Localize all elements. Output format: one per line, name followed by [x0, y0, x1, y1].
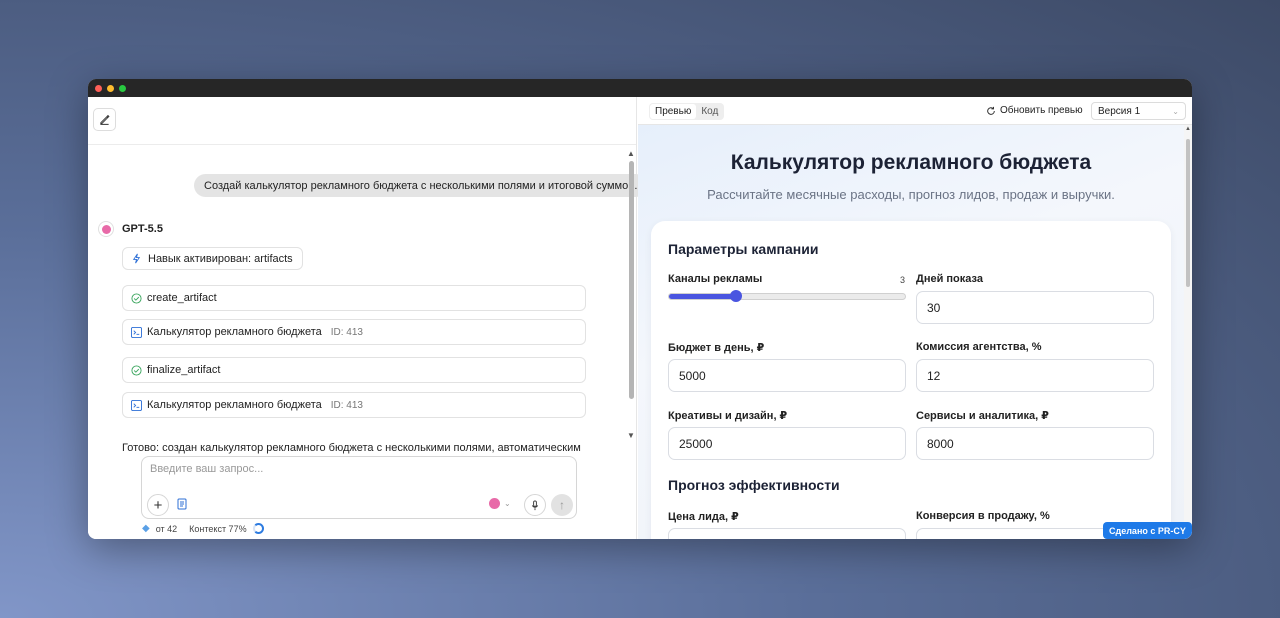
tool-call-create-artifact[interactable]: create_artifact — [122, 285, 586, 311]
artifact-id: ID: 413 — [330, 326, 363, 338]
version-label: Версия 1 — [1098, 105, 1141, 117]
credits-text: от 42 — [155, 523, 178, 534]
channels-count: 3 — [900, 275, 906, 285]
creatives-label: Креативы и дизайн, ₽ — [668, 410, 788, 422]
context-progress-ring — [252, 523, 264, 534]
model-dot-icon — [489, 498, 500, 509]
commission-label: Комиссия агентства, % — [916, 341, 1042, 353]
refresh-icon — [987, 106, 995, 115]
creatives-input[interactable]: 25000 — [668, 427, 906, 460]
skill-activated-chip[interactable]: Навык активирован: artifacts — [122, 247, 303, 270]
scroll-up-icon[interactable]: ▲ — [1185, 126, 1191, 132]
assistant-response-text: Готово: создан калькулятор рекламного бю… — [122, 442, 581, 454]
maximize-window-button[interactable] — [119, 85, 126, 92]
plus-icon: + — [153, 496, 163, 514]
terminal-icon — [131, 326, 142, 338]
model-name: GPT-5.5 — [122, 223, 163, 235]
preview-scrollbar[interactable]: ▲ — [1184, 125, 1192, 539]
page-subtitle: Рассчитайте месячные расходы, прогноз ли… — [707, 187, 1115, 202]
document-button[interactable] — [176, 497, 190, 511]
version-select[interactable]: Версия 1 ⌄ — [1091, 102, 1186, 120]
tab-code[interactable]: Код — [696, 104, 723, 119]
check-circle-icon — [131, 364, 142, 376]
lead-price-label: Цена лида, ₽ — [668, 511, 739, 523]
minimize-window-button[interactable] — [107, 85, 114, 92]
lead-price-input[interactable] — [668, 528, 906, 539]
refresh-label: Обновить превью — [1000, 105, 1083, 116]
view-toggle: Превью Код — [649, 103, 725, 120]
tab-preview[interactable]: Превью — [650, 104, 697, 119]
chat-scrollbar[interactable]: ▲ ▼ — [627, 149, 635, 440]
slider-fill — [669, 294, 736, 299]
conversion-label: Конверсия в продажу, % — [916, 510, 1050, 522]
usage-stats: ◆ от 42 Контекст 77% — [142, 523, 264, 534]
days-input[interactable]: 30 — [916, 291, 1154, 324]
artifact-title: Калькулятор рекламного бюджета — [147, 326, 322, 338]
add-attachment-button[interactable]: + — [147, 494, 169, 516]
artifact-card[interactable]: Калькулятор рекламного бюджета ID: 413 — [122, 392, 586, 418]
skill-chip-label: Навык активирован: artifacts — [148, 252, 293, 265]
services-input[interactable]: 8000 — [916, 427, 1154, 460]
preview-scroll-thumb[interactable] — [1186, 139, 1190, 287]
prompt-input[interactable]: Введите ваш запрос... — [150, 463, 263, 475]
scroll-up-icon[interactable]: ▲ — [627, 149, 635, 158]
artifact-title: Калькулятор рекламного бюджета — [147, 399, 322, 411]
lightning-icon — [132, 253, 141, 264]
chat-header — [88, 97, 636, 145]
chat-scroll-thumb[interactable] — [629, 161, 634, 399]
prompt-composer[interactable]: Введите ваш запрос... + ⌄ ↑ — [141, 456, 577, 519]
document-icon — [177, 498, 187, 510]
app-window: Создай калькулятор рекламного бюджета с … — [88, 79, 1192, 539]
chevron-down-icon: ⌄ — [1172, 106, 1179, 116]
scroll-down-icon[interactable]: ▼ — [627, 431, 635, 440]
terminal-icon — [131, 399, 142, 411]
chevron-down-icon: ⌄ — [504, 499, 511, 508]
tool-name: create_artifact — [147, 292, 217, 304]
new-chat-button[interactable] — [93, 108, 116, 131]
artifact-preview: Калькулятор рекламного бюджета Рассчитай… — [638, 125, 1192, 539]
check-circle-icon — [131, 292, 142, 304]
days-label: Дней показа — [916, 273, 983, 285]
preview-toolbar: Превью Код Обновить превью Версия 1 ⌄ — [638, 97, 1192, 125]
artifact-id: ID: 413 — [330, 399, 363, 411]
refresh-preview-button[interactable]: Обновить превью — [986, 105, 1083, 116]
microphone-icon — [531, 499, 539, 510]
page-title: Калькулятор рекламного бюджета — [730, 151, 1092, 174]
microphone-button[interactable] — [524, 494, 546, 516]
arrow-up-icon: ↑ — [559, 498, 565, 512]
made-with-badge[interactable]: Сделано с PR-CY — [1103, 522, 1192, 539]
channels-label: Каналы рекламы — [668, 273, 763, 285]
diamond-icon: ◆ — [142, 523, 150, 534]
section-title-params: Параметры кампании — [668, 241, 819, 257]
budget-label: Бюджет в день, ₽ — [668, 342, 765, 354]
services-label: Сервисы и аналитика, ₽ — [916, 410, 1049, 422]
user-message: Создай калькулятор рекламного бюджета с … — [194, 174, 648, 197]
pencil-icon — [100, 114, 110, 125]
channels-slider[interactable] — [668, 290, 906, 302]
tool-call-finalize-artifact[interactable]: finalize_artifact — [122, 357, 586, 383]
preview-panel: Превью Код Обновить превью Версия 1 ⌄ Ка… — [638, 97, 1192, 539]
tool-name: finalize_artifact — [147, 364, 221, 376]
chat-panel: Создай калькулятор рекламного бюджета с … — [88, 97, 648, 539]
section-title-forecast: Прогноз эффективности — [668, 477, 840, 493]
artifact-card[interactable]: Калькулятор рекламного бюджета ID: 413 — [122, 319, 586, 345]
slider-thumb[interactable] — [730, 290, 742, 302]
commission-input[interactable]: 12 — [916, 359, 1154, 392]
assistant-header: GPT-5.5 — [98, 221, 163, 237]
model-selector[interactable]: ⌄ — [489, 498, 511, 509]
budget-input[interactable]: 5000 — [668, 359, 906, 392]
model-avatar — [98, 221, 114, 237]
close-window-button[interactable] — [95, 85, 102, 92]
title-bar — [88, 79, 1192, 97]
calculator-card: Параметры кампании Каналы рекламы 3 Дней… — [651, 221, 1171, 539]
context-text: Контекст 77% — [189, 523, 247, 534]
send-button[interactable]: ↑ — [551, 494, 573, 516]
